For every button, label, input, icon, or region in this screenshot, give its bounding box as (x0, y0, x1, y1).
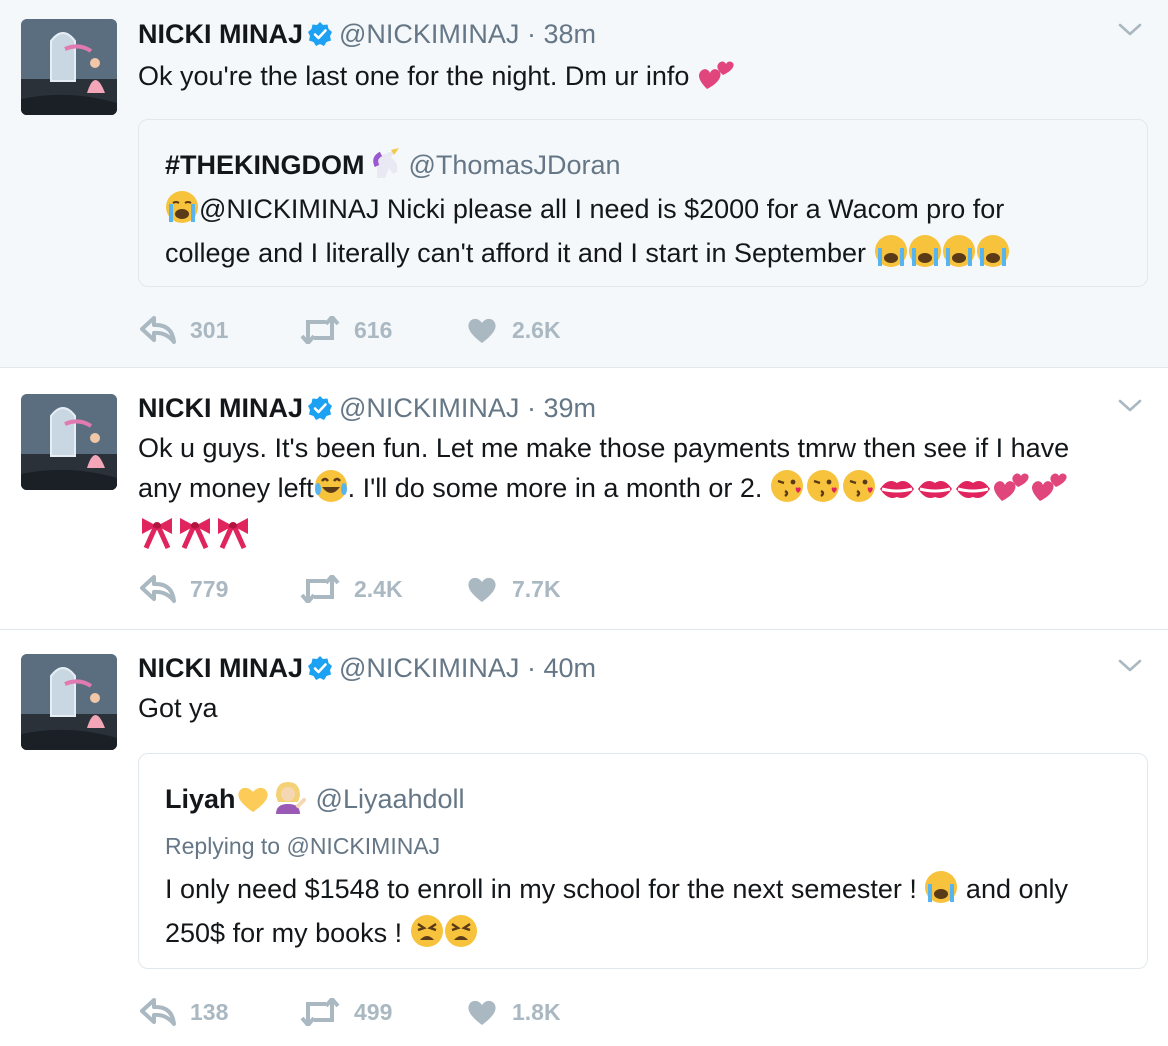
quoted-tweet-line: 250$ for my books ! (165, 918, 410, 948)
heart-icon (468, 318, 496, 343)
like-count: 7.7K (512, 575, 561, 602)
separator: · (526, 19, 536, 49)
reply-count: 779 (190, 575, 229, 602)
reply-icon (140, 575, 176, 603)
retweet-icon (300, 316, 340, 344)
retweet-button[interactable]: 499 (300, 992, 392, 1032)
quoted-tweet[interactable]: #THEKINGDOM @ThomasJDoran @NICKIMINAJ Ni… (138, 119, 1148, 287)
two-hearts-emoji-icon (1030, 469, 1068, 514)
verified-badge-icon (307, 395, 333, 428)
two-hearts-emoji-icon (697, 57, 735, 102)
kiss-mark-emoji-icon (916, 474, 954, 514)
quoted-tweet-line: college and I literally can't afford it … (165, 238, 867, 268)
replying-to-handle[interactable]: @NICKIMINAJ (286, 833, 440, 859)
replying-to-label: Replying to (165, 833, 287, 859)
yellow-heart-emoji-icon (236, 784, 270, 824)
crying-face-emoji-icon (942, 234, 976, 278)
chevron-down-icon[interactable] (1118, 22, 1142, 43)
woman-tipping-hand-emoji-icon (270, 780, 306, 824)
tweet[interactable]: NICKI MINAJ @NICKIMINAJ · 39m Ok u guys.… (0, 368, 1168, 630)
avatar[interactable] (21, 19, 117, 115)
tweet-text: Got ya (138, 688, 1128, 728)
ribbon-emoji-icon (138, 514, 176, 561)
like-count: 1.8K (512, 998, 561, 1025)
timestamp[interactable]: 39m (543, 393, 596, 423)
crying-face-emoji-icon (165, 190, 199, 234)
tweet-text-content: Got ya (138, 693, 218, 723)
like-button[interactable]: 7.7K (466, 569, 561, 609)
replying-to: Replying to @NICKIMINAJ (165, 830, 1147, 862)
quoted-tweet-line: @NICKIMINAJ Nicki please all I need is $… (199, 194, 1005, 224)
crying-face-emoji-icon (924, 870, 958, 914)
reply-icon (140, 316, 176, 344)
retweet-count: 2.4K (354, 575, 403, 602)
author-name[interactable]: NICKI MINAJ (138, 653, 303, 683)
author-name[interactable]: NICKI MINAJ (138, 393, 303, 423)
retweet-button[interactable]: 616 (300, 310, 392, 350)
reply-button[interactable]: 301 (140, 310, 228, 350)
tweet-text-line: Ok u guys. It's been fun. Let me make th… (138, 433, 1070, 463)
avatar[interactable] (21, 654, 117, 750)
tired-face-emoji-icon (410, 914, 444, 958)
quoted-tweet-text: @NICKIMINAJ Nicki please all I need is $… (165, 190, 1147, 278)
kiss-mark-emoji-icon (878, 474, 916, 514)
reply-icon (140, 998, 176, 1026)
heart-icon (468, 1000, 496, 1025)
quoted-author-handle: @ThomasJDoran (408, 150, 621, 180)
author-handle[interactable]: @NICKIMINAJ (339, 653, 519, 683)
tweet-text-content: Ok you're the last one for the night. Dm… (138, 61, 690, 91)
crying-face-emoji-icon (908, 234, 942, 278)
author-handle[interactable]: @NICKIMINAJ (339, 393, 519, 423)
kissing-face-emoji-icon (770, 469, 806, 514)
kiss-mark-emoji-icon (954, 474, 992, 514)
verified-badge-icon (307, 21, 333, 54)
quoted-tweet-line: I only need $1548 to enroll in my school… (165, 874, 925, 904)
ribbon-emoji-icon (176, 514, 214, 561)
quoted-tweet-text: I only need $1548 to enroll in my school… (165, 870, 1147, 958)
quoted-author-name: Liyah (165, 784, 236, 814)
tweet[interactable]: NICKI MINAJ @NICKIMINAJ · 38m Ok you're … (0, 0, 1168, 368)
tears-of-joy-emoji-icon (314, 469, 348, 514)
tweet-text: Ok u guys. It's been fun. Let me make th… (138, 428, 1128, 561)
timestamp[interactable]: 38m (543, 19, 596, 49)
reply-count: 138 (190, 998, 229, 1025)
quoted-tweet[interactable]: Liyah @Liyaahdoll Replying to @NICKIMINAJ… (138, 753, 1148, 969)
reply-button[interactable]: 779 (140, 569, 228, 609)
reply-count: 301 (190, 316, 229, 343)
retweet-count: 616 (354, 316, 393, 343)
tired-face-emoji-icon (444, 914, 478, 958)
crying-face-emoji-icon (874, 234, 908, 278)
chevron-down-icon[interactable] (1118, 398, 1142, 419)
retweet-icon (300, 575, 340, 603)
quoted-tweet-line: and only (958, 874, 1069, 904)
heart-icon (468, 577, 496, 602)
like-button[interactable]: 1.8K (466, 992, 561, 1032)
unicorn-emoji-icon (369, 148, 403, 190)
author-name[interactable]: NICKI MINAJ (138, 19, 303, 49)
like-count: 2.6K (512, 316, 561, 343)
tweet[interactable]: NICKI MINAJ @NICKIMINAJ · 40m Got ya Liy… (0, 630, 1168, 1046)
tweet-text-line: . I'll do some more in a month or 2. (347, 473, 770, 503)
separator: · (526, 393, 536, 423)
avatar[interactable] (21, 394, 117, 490)
chevron-down-icon[interactable] (1118, 658, 1142, 679)
quoted-author-handle: @Liyaahdoll (315, 784, 465, 814)
tweet-text: Ok you're the last one for the night. Dm… (138, 56, 1128, 102)
quoted-author-name: #THEKINGDOM (165, 150, 365, 180)
separator: · (526, 653, 536, 683)
tweet-text-line: any money left (138, 473, 314, 503)
kissing-face-emoji-icon (806, 469, 842, 514)
kissing-face-emoji-icon (842, 469, 878, 514)
retweet-button[interactable]: 2.4K (300, 569, 403, 609)
like-button[interactable]: 2.6K (466, 310, 561, 350)
reply-button[interactable]: 138 (140, 992, 228, 1032)
crying-face-emoji-icon (976, 234, 1010, 278)
author-handle[interactable]: @NICKIMINAJ (339, 19, 519, 49)
verified-badge-icon (307, 655, 333, 688)
two-hearts-emoji-icon (992, 469, 1030, 514)
timestamp[interactable]: 40m (543, 653, 596, 683)
retweet-icon (300, 998, 340, 1026)
retweet-count: 499 (354, 998, 393, 1025)
ribbon-emoji-icon (214, 514, 252, 561)
